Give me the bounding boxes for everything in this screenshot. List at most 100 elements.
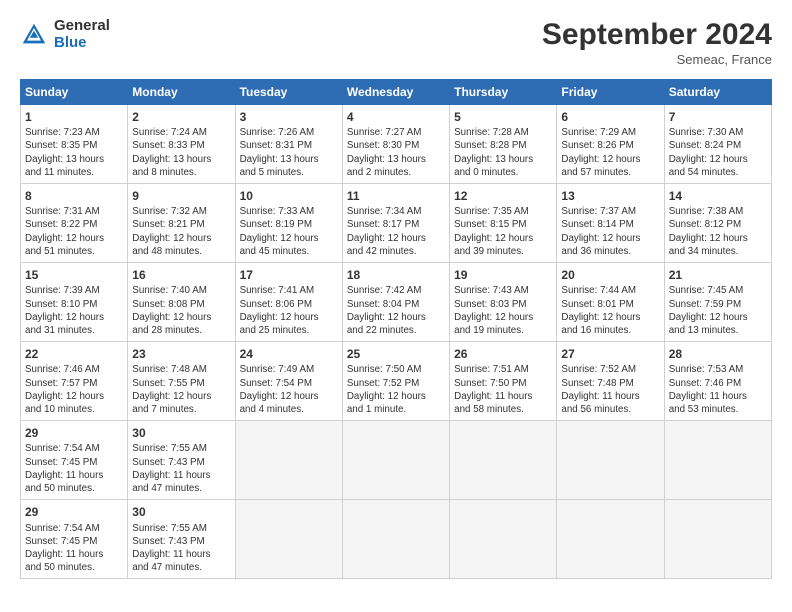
day-number: 8 [25,188,123,204]
table-row: 20Sunrise: 7:44 AM Sunset: 8:01 PM Dayli… [557,263,664,342]
day-info: Sunrise: 7:53 AM Sunset: 7:46 PM Dayligh… [669,363,767,416]
title-block: September 2024 Semeac, France [542,18,772,67]
table-row: 1Sunrise: 7:23 AM Sunset: 8:35 PM Daylig… [21,105,128,184]
table-row: 23Sunrise: 7:48 AM Sunset: 7:55 PM Dayli… [128,342,235,421]
table-row: 10Sunrise: 7:33 AM Sunset: 8:19 PM Dayli… [235,184,342,263]
day-number: 14 [669,188,767,204]
table-row: 6Sunrise: 7:29 AM Sunset: 8:26 PM Daylig… [557,105,664,184]
day-info: Sunrise: 7:43 AM Sunset: 8:03 PM Dayligh… [454,284,552,337]
day-number: 19 [454,267,552,283]
day-info: Sunrise: 7:54 AM Sunset: 7:45 PM Dayligh… [25,442,123,495]
logo-text: General Blue [54,18,110,51]
logo-general-text: General [54,18,110,35]
day-info: Sunrise: 7:28 AM Sunset: 8:28 PM Dayligh… [454,126,552,179]
day-number: 4 [347,109,445,125]
table-row: 26Sunrise: 7:51 AM Sunset: 7:50 PM Dayli… [450,342,557,421]
table-row: 17Sunrise: 7:41 AM Sunset: 8:06 PM Dayli… [235,263,342,342]
logo: General Blue [20,18,110,51]
table-row: 2Sunrise: 7:24 AM Sunset: 8:33 PM Daylig… [128,105,235,184]
day-info: Sunrise: 7:46 AM Sunset: 7:57 PM Dayligh… [25,363,123,416]
day-number: 26 [454,346,552,362]
day-number: 3 [240,109,338,125]
day-number: 13 [561,188,659,204]
day-info: Sunrise: 7:45 AM Sunset: 7:59 PM Dayligh… [669,284,767,337]
page: General Blue September 2024 Semeac, Fran… [0,0,792,589]
header: General Blue September 2024 Semeac, Fran… [20,18,772,67]
day-number: 21 [669,267,767,283]
day-info: Sunrise: 7:34 AM Sunset: 8:17 PM Dayligh… [347,205,445,258]
day-number: 2 [132,109,230,125]
calendar-week-row: 22Sunrise: 7:46 AM Sunset: 7:57 PM Dayli… [21,342,772,421]
calendar-week-row: 29Sunrise: 7:54 AM Sunset: 7:45 PM Dayli… [21,500,772,579]
calendar-header: Sunday Monday Tuesday Wednesday Thursday… [21,80,772,105]
day-number: 24 [240,346,338,362]
table-row: 7Sunrise: 7:30 AM Sunset: 8:24 PM Daylig… [664,105,771,184]
table-row: 15Sunrise: 7:39 AM Sunset: 8:10 PM Dayli… [21,263,128,342]
day-number: 29 [25,425,123,441]
th-monday: Monday [128,80,235,105]
calendar-week-row: 8Sunrise: 7:31 AM Sunset: 8:22 PM Daylig… [21,184,772,263]
table-row: 12Sunrise: 7:35 AM Sunset: 8:15 PM Dayli… [450,184,557,263]
day-info: Sunrise: 7:42 AM Sunset: 8:04 PM Dayligh… [347,284,445,337]
th-sunday: Sunday [21,80,128,105]
day-number: 1 [25,109,123,125]
table-row [557,500,664,579]
day-number: 7 [669,109,767,125]
th-tuesday: Tuesday [235,80,342,105]
table-row: 27Sunrise: 7:52 AM Sunset: 7:48 PM Dayli… [557,342,664,421]
day-info: Sunrise: 7:31 AM Sunset: 8:22 PM Dayligh… [25,205,123,258]
logo-icon [20,21,48,49]
table-row: 4Sunrise: 7:27 AM Sunset: 8:30 PM Daylig… [342,105,449,184]
day-info: Sunrise: 7:30 AM Sunset: 8:24 PM Dayligh… [669,126,767,179]
table-row: 29Sunrise: 7:54 AM Sunset: 7:45 PM Dayli… [21,421,128,500]
calendar-week-row: 15Sunrise: 7:39 AM Sunset: 8:10 PM Dayli… [21,263,772,342]
day-info: Sunrise: 7:48 AM Sunset: 7:55 PM Dayligh… [132,363,230,416]
calendar-week-row: 29Sunrise: 7:54 AM Sunset: 7:45 PM Dayli… [21,421,772,500]
day-info: Sunrise: 7:41 AM Sunset: 8:06 PM Dayligh… [240,284,338,337]
day-number: 20 [561,267,659,283]
day-info: Sunrise: 7:39 AM Sunset: 8:10 PM Dayligh… [25,284,123,337]
table-row [664,500,771,579]
day-number: 16 [132,267,230,283]
table-row [450,500,557,579]
calendar-body: 1Sunrise: 7:23 AM Sunset: 8:35 PM Daylig… [21,105,772,579]
day-info: Sunrise: 7:33 AM Sunset: 8:19 PM Dayligh… [240,205,338,258]
th-thursday: Thursday [450,80,557,105]
day-info: Sunrise: 7:24 AM Sunset: 8:33 PM Dayligh… [132,126,230,179]
th-friday: Friday [557,80,664,105]
th-wednesday: Wednesday [342,80,449,105]
day-info: Sunrise: 7:32 AM Sunset: 8:21 PM Dayligh… [132,205,230,258]
day-number: 25 [347,346,445,362]
day-number: 10 [240,188,338,204]
day-number: 27 [561,346,659,362]
table-row: 28Sunrise: 7:53 AM Sunset: 7:46 PM Dayli… [664,342,771,421]
table-row: 29Sunrise: 7:54 AM Sunset: 7:45 PM Dayli… [21,500,128,579]
table-row: 16Sunrise: 7:40 AM Sunset: 8:08 PM Dayli… [128,263,235,342]
table-row [342,500,449,579]
day-info: Sunrise: 7:55 AM Sunset: 7:43 PM Dayligh… [132,522,230,575]
table-row: 21Sunrise: 7:45 AM Sunset: 7:59 PM Dayli… [664,263,771,342]
day-number: 29 [25,504,123,520]
month-title: September 2024 [542,18,772,52]
day-info: Sunrise: 7:27 AM Sunset: 8:30 PM Dayligh… [347,126,445,179]
day-info: Sunrise: 7:51 AM Sunset: 7:50 PM Dayligh… [454,363,552,416]
day-number: 9 [132,188,230,204]
table-row: 19Sunrise: 7:43 AM Sunset: 8:03 PM Dayli… [450,263,557,342]
table-row: 24Sunrise: 7:49 AM Sunset: 7:54 PM Dayli… [235,342,342,421]
day-info: Sunrise: 7:35 AM Sunset: 8:15 PM Dayligh… [454,205,552,258]
day-info: Sunrise: 7:49 AM Sunset: 7:54 PM Dayligh… [240,363,338,416]
day-number: 18 [347,267,445,283]
table-row: 18Sunrise: 7:42 AM Sunset: 8:04 PM Dayli… [342,263,449,342]
table-row: 9Sunrise: 7:32 AM Sunset: 8:21 PM Daylig… [128,184,235,263]
table-row: 11Sunrise: 7:34 AM Sunset: 8:17 PM Dayli… [342,184,449,263]
day-info: Sunrise: 7:29 AM Sunset: 8:26 PM Dayligh… [561,126,659,179]
day-number: 22 [25,346,123,362]
day-info: Sunrise: 7:26 AM Sunset: 8:31 PM Dayligh… [240,126,338,179]
day-number: 30 [132,425,230,441]
table-row: 3Sunrise: 7:26 AM Sunset: 8:31 PM Daylig… [235,105,342,184]
table-row: 22Sunrise: 7:46 AM Sunset: 7:57 PM Dayli… [21,342,128,421]
th-saturday: Saturday [664,80,771,105]
table-row [235,421,342,500]
day-info: Sunrise: 7:37 AM Sunset: 8:14 PM Dayligh… [561,205,659,258]
table-row [235,500,342,579]
